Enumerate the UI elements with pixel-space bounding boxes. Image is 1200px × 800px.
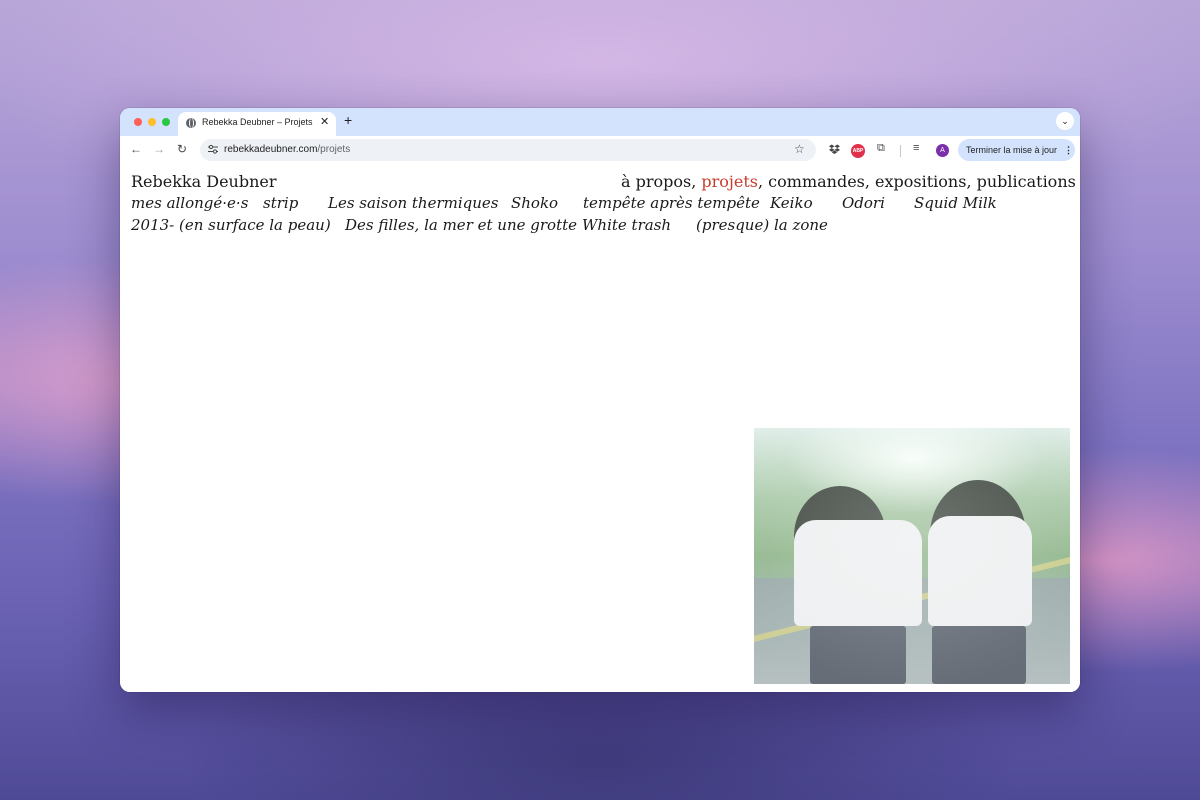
project-link-des-filles-la-mer[interactable]: Des filles, la mer et une grotte (345, 216, 577, 234)
adblock-extension-icon[interactable]: ABP (851, 144, 865, 158)
nav-separator: , (966, 172, 977, 191)
toolbar-divider (900, 145, 901, 157)
page-content: Rebekka Deubner à propos, projets, comma… (120, 164, 1080, 692)
url-path: /projets (317, 144, 351, 155)
project-link-odori[interactable]: Odori (842, 194, 885, 212)
kebab-menu-icon[interactable]: ⋮ (1064, 139, 1073, 161)
browser-window: Rebekka Deubner – Projets ✕ + ⌄ ← → ↻ re… (120, 108, 1080, 692)
tab-projets[interactable]: Rebekka Deubner – Projets ✕ (178, 112, 336, 136)
bookmark-star-icon[interactable]: ☆ (794, 142, 805, 156)
update-button[interactable]: Terminer la mise à jour ⋮ (958, 139, 1075, 161)
tab-search-button[interactable]: ⌄ (1056, 112, 1074, 130)
browser-toolbar: ← → ↻ rebekkadeubner.com/projets ☆ ABP ⧉… (120, 136, 1080, 165)
project-preview-photo[interactable] (754, 428, 1070, 684)
site-title-link[interactable]: Rebekka Deubner (131, 172, 277, 191)
project-link-presque-la-zone[interactable]: (presque) la zone (696, 216, 828, 234)
update-button-label: Terminer la mise à jour (966, 145, 1058, 155)
media-controls-icon[interactable]: ≡ (913, 142, 919, 154)
profile-avatar[interactable]: A (936, 144, 949, 157)
new-tab-button[interactable]: + (344, 112, 352, 128)
nav-link-exhibitions[interactable]: expositions (875, 172, 966, 191)
project-link-2013-en-surface-la-peau[interactable]: 2013- (en surface la peau) (131, 216, 331, 234)
project-link-squid-milk[interactable]: Squid Milk (914, 194, 997, 212)
nav-link-publications[interactable]: publications (977, 172, 1076, 191)
photo-blur-overlay (754, 428, 1070, 684)
url-domain: rebekkadeubner.com (224, 144, 318, 155)
project-link-strip[interactable]: strip (263, 194, 298, 212)
reload-button[interactable]: ↻ (177, 142, 187, 156)
project-link-white-trash[interactable]: White trash (582, 216, 671, 234)
tab-title: Rebekka Deubner – Projets (202, 117, 313, 127)
close-window-button[interactable] (134, 118, 142, 126)
project-link-les-saison-thermiques[interactable]: Les saison thermiques (328, 194, 499, 212)
back-button[interactable]: ← (130, 142, 142, 156)
extensions-puzzle-icon[interactable]: ⧉ (877, 142, 885, 155)
tab-bar: Rebekka Deubner – Projets ✕ + ⌄ (120, 108, 1080, 136)
fullscreen-window-button[interactable] (162, 118, 170, 126)
forward-button[interactable]: → (153, 142, 165, 156)
url-text[interactable]: rebekkadeubner.com/projets (224, 144, 350, 155)
project-link-keiko[interactable]: Keiko (770, 194, 813, 212)
globe-icon (186, 118, 196, 128)
nav-separator: , (864, 172, 876, 191)
nav-link-commissions[interactable]: commandes (768, 172, 865, 191)
nav-separator: , (691, 172, 702, 191)
site-settings-icon[interactable] (208, 144, 218, 154)
nav-link-about[interactable]: à propos (621, 172, 691, 191)
project-link-mes-allonges[interactable]: mes allongé·e·s (131, 194, 248, 212)
address-bar[interactable]: rebekkadeubner.com/projets ☆ (200, 139, 816, 161)
close-tab-icon[interactable]: ✕ (320, 115, 329, 128)
project-link-shoko[interactable]: Shoko (511, 194, 558, 212)
dropbox-extension-icon[interactable] (829, 144, 840, 155)
minimize-window-button[interactable] (148, 118, 156, 126)
nav-link-projects[interactable]: projets (701, 172, 758, 191)
project-link-tempete-apres-tempete[interactable]: tempête après tempête (583, 194, 760, 212)
nav-separator: , (758, 172, 769, 191)
main-nav: à propos, projets, commandes, exposition… (621, 172, 1076, 191)
